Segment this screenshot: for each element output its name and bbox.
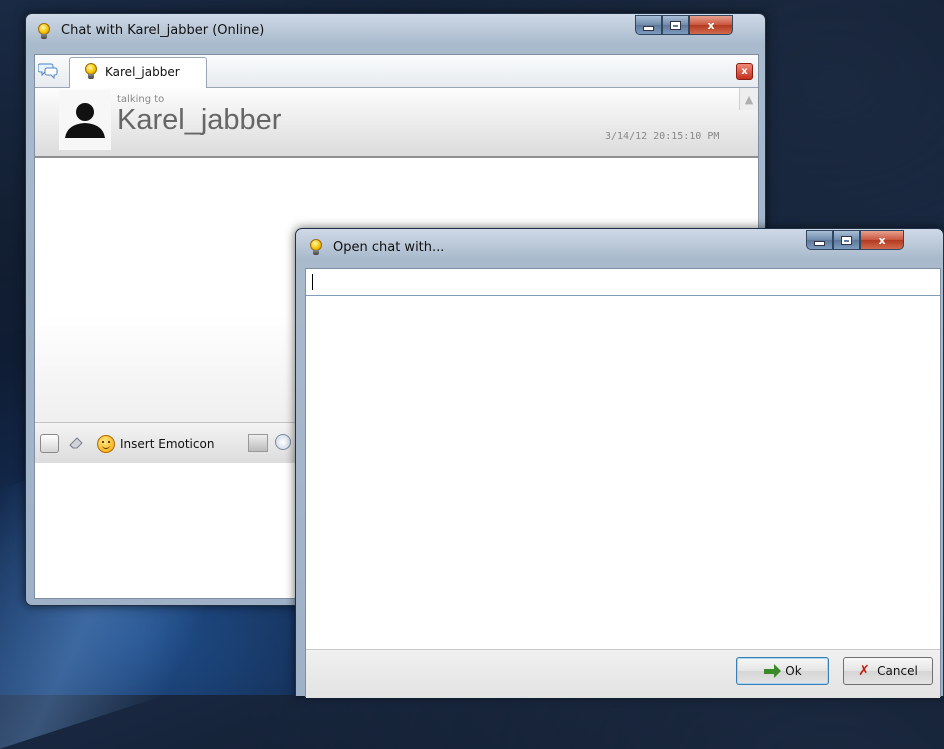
close-icon: x (878, 233, 886, 247)
contact-search-input[interactable] (306, 269, 940, 295)
close-button[interactable]: x (860, 230, 904, 250)
insert-emoticon-button[interactable]: Insert Emoticon (97, 434, 214, 454)
smiley-icon (97, 435, 115, 453)
ok-button[interactable]: Ok (736, 657, 829, 685)
cancel-x-icon: ✗ (858, 663, 870, 679)
message-timestamp: 3/14/12 20:15:10 PM (605, 131, 720, 142)
history-icon[interactable] (275, 434, 291, 450)
open-chat-dialog: Open chat with... x Ok ✗ Cancel (295, 228, 944, 698)
close-button[interactable]: x (689, 15, 733, 35)
minimize-icon (815, 241, 824, 245)
minimize-icon (644, 26, 653, 30)
chat-header: talking to Karel_jabber 3/14/12 20:15:10… (35, 88, 758, 158)
dialog-client-area: Ok ✗ Cancel (305, 268, 941, 698)
maximize-icon (842, 236, 851, 244)
tab-label: Karel_jabber (105, 65, 180, 79)
ok-arrow-icon (763, 664, 782, 678)
cancel-button[interactable]: ✗ Cancel (843, 657, 933, 685)
maximize-icon (671, 21, 680, 29)
dialog-title: Open chat with... (333, 240, 445, 255)
dialog-titlebar[interactable]: Open chat with... x (296, 229, 943, 263)
maximize-button[interactable] (662, 15, 689, 35)
tab-close-icon[interactable]: x (736, 63, 753, 80)
desktop-edge (0, 465, 8, 535)
bulb-icon (36, 23, 52, 39)
dialog-caption-buttons: x (806, 230, 904, 250)
maximize-button[interactable] (833, 230, 860, 250)
text-cursor (312, 274, 313, 290)
chat-window-caption-buttons: x (635, 15, 733, 35)
close-icon: x (707, 18, 715, 32)
chat-bubbles-icon[interactable] (38, 61, 58, 79)
bulb-icon (308, 239, 324, 255)
chat-tab-bar: Karel_jabber x (35, 55, 758, 88)
cancel-label: Cancel (877, 664, 918, 678)
minimize-button[interactable] (806, 230, 833, 250)
peer-name: Karel_jabber (117, 104, 282, 136)
chat-window-title: Chat with Karel_jabber (Online) (61, 23, 265, 38)
ok-label: Ok (785, 664, 802, 678)
font-style-icon[interactable] (40, 434, 59, 453)
contact-search-field[interactable] (306, 269, 940, 296)
avatar (59, 90, 111, 150)
chat-window-titlebar[interactable]: Chat with Karel_jabber (Online) x (26, 14, 765, 48)
screenshot-icon[interactable] (248, 434, 268, 452)
contact-results-list[interactable] (306, 297, 940, 649)
tab-karel-jabber[interactable]: Karel_jabber (69, 57, 207, 88)
minimize-button[interactable] (635, 15, 662, 35)
insert-emoticon-label: Insert Emoticon (120, 437, 215, 451)
bulb-icon (83, 63, 99, 79)
dialog-footer: Ok ✗ Cancel (306, 649, 940, 698)
scroll-up-arrow-icon[interactable]: ▲ (739, 88, 758, 110)
eraser-icon[interactable] (68, 434, 84, 450)
